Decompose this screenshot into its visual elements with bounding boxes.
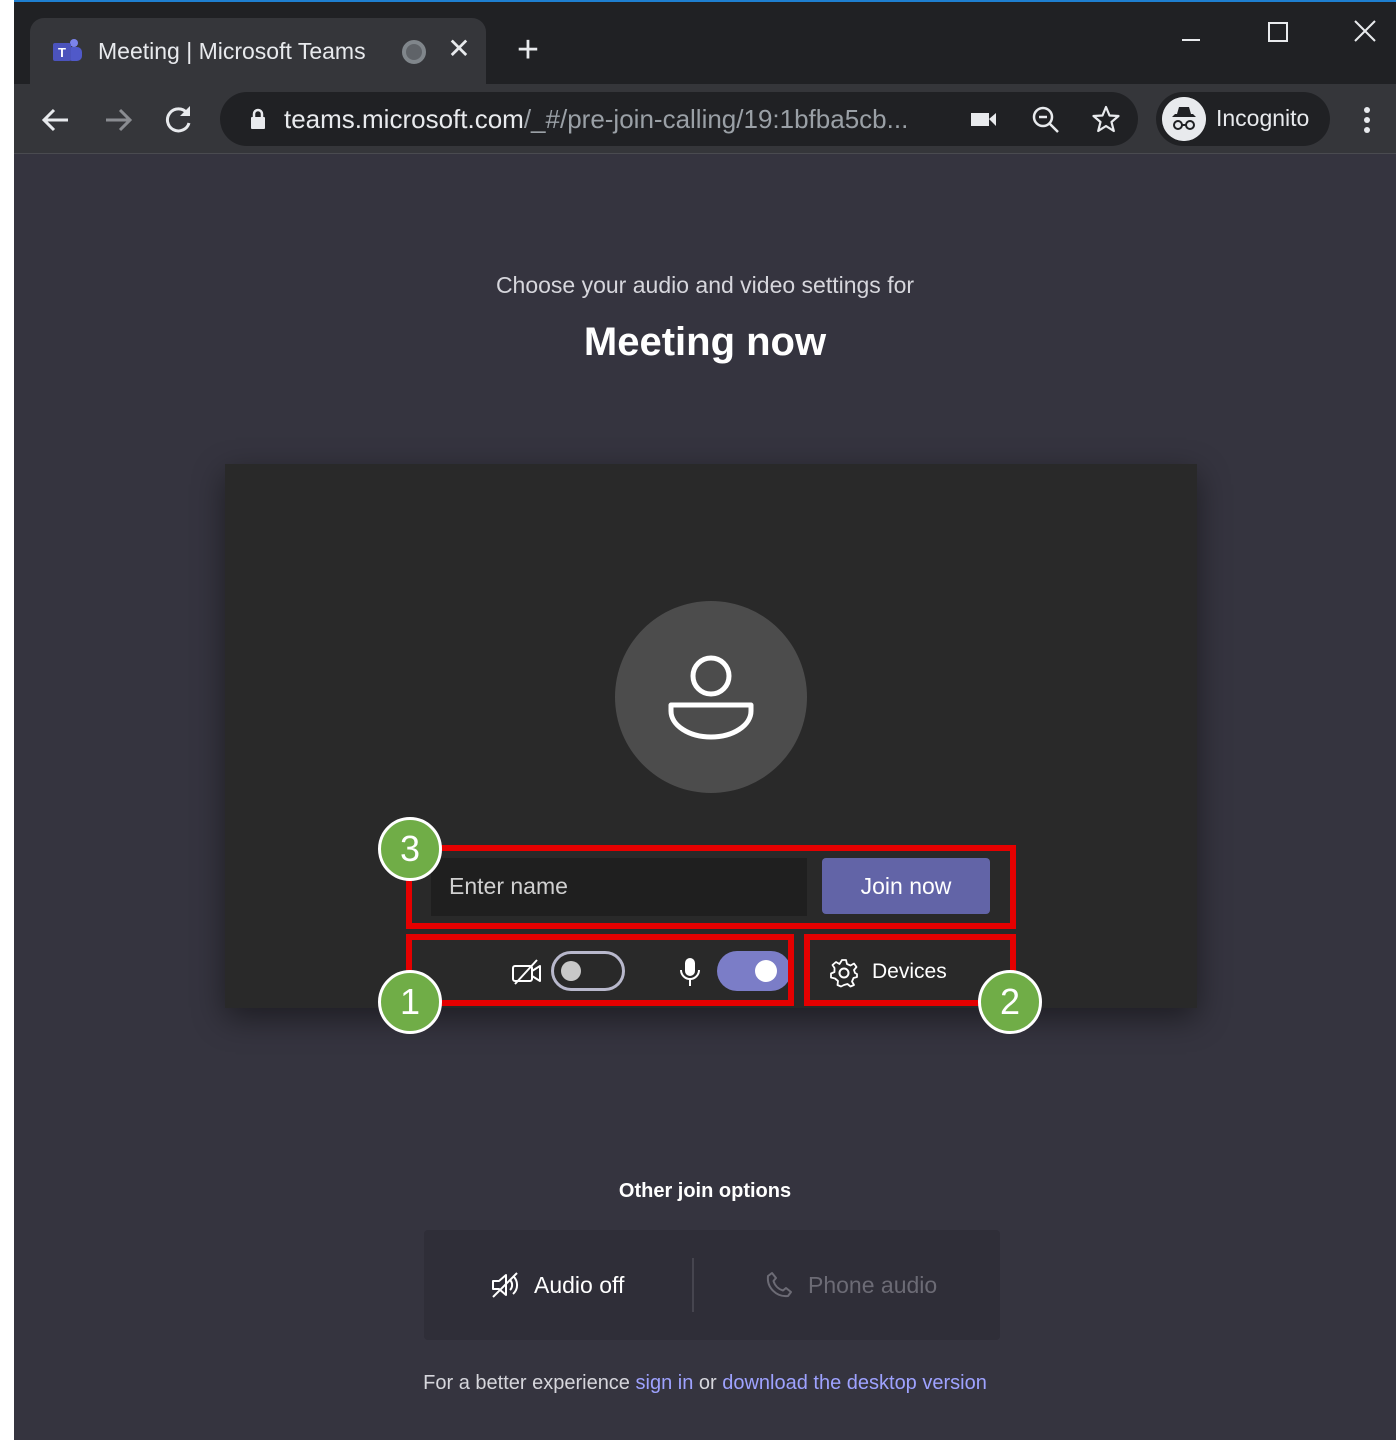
window-close-icon[interactable] bbox=[1340, 12, 1390, 52]
browser-toolbar: teams.microsoft.com/_#/pre-join-calling/… bbox=[14, 84, 1396, 154]
other-join-options: Audio off Phone audio bbox=[424, 1230, 1000, 1340]
other-join-options-heading: Other join options bbox=[618, 1180, 792, 1202]
speaker-off-icon bbox=[492, 1272, 519, 1298]
annotation-box-1 bbox=[406, 934, 794, 1006]
lock-icon bbox=[251, 108, 265, 129]
address-bar[interactable]: teams.microsoft.com/_#/pre-join-calling/… bbox=[220, 92, 1138, 146]
person-icon bbox=[668, 655, 754, 740]
url-host: teams.microsoft.com bbox=[284, 104, 524, 134]
avatar bbox=[615, 601, 807, 793]
reload-icon[interactable] bbox=[156, 98, 200, 142]
incognito-icon bbox=[1162, 97, 1206, 141]
back-arrow-icon[interactable] bbox=[34, 98, 78, 142]
svg-text:T: T bbox=[58, 45, 66, 60]
footer-middle: or bbox=[693, 1372, 723, 1394]
zoom-icon[interactable] bbox=[1030, 104, 1062, 134]
recording-indicator-icon bbox=[402, 40, 426, 64]
incognito-label: Incognito bbox=[1216, 105, 1310, 131]
options-divider bbox=[692, 1258, 694, 1312]
annotation-badge-2: 2 bbox=[978, 970, 1042, 1034]
bookmark-star-icon[interactable] bbox=[1090, 104, 1122, 134]
tab-title: Meeting | Microsoft Teams bbox=[98, 38, 366, 64]
new-tab-button[interactable]: + bbox=[508, 30, 548, 70]
footer-text: For a better experience sign in or downl… bbox=[14, 1372, 1396, 1395]
browser-tab[interactable]: T Meeting | Microsoft Teams ✕ bbox=[30, 18, 486, 84]
camera-indicator-icon[interactable] bbox=[968, 104, 1000, 134]
phone-audio-button[interactable]: Phone audio bbox=[764, 1230, 937, 1340]
audio-off-button[interactable]: Audio off bbox=[490, 1230, 624, 1340]
annotation-badge-1: 1 bbox=[378, 970, 442, 1034]
phone-icon bbox=[766, 1272, 792, 1298]
page-title: Meeting now bbox=[583, 320, 827, 364]
footer-prefix: For a better experience bbox=[423, 1372, 636, 1394]
tab-close-icon[interactable]: ✕ bbox=[442, 32, 476, 66]
maximize-icon[interactable] bbox=[1252, 12, 1302, 52]
browser-menu-icon[interactable] bbox=[1352, 98, 1382, 142]
tab-strip: T Meeting | Microsoft Teams ✕ + bbox=[14, 2, 1396, 84]
url-path: /_#/pre-join-calling/19:1bfba5cb... bbox=[523, 104, 909, 134]
forward-arrow-icon[interactable] bbox=[96, 98, 140, 142]
annotation-box-3 bbox=[406, 845, 1016, 929]
page-subtitle: Choose your audio and video settings for bbox=[495, 272, 915, 298]
download-desktop-link[interactable]: download the desktop version bbox=[722, 1372, 987, 1394]
browser-window: T Meeting | Microsoft Teams ✕ + teams.mi… bbox=[14, 0, 1396, 1440]
teams-logo-icon: T bbox=[53, 39, 82, 61]
audio-off-label: Audio off bbox=[534, 1271, 625, 1298]
url-text: teams.microsoft.com/_#/pre-join-calling/… bbox=[284, 104, 908, 135]
incognito-profile-button[interactable]: Incognito bbox=[1156, 92, 1330, 146]
phone-audio-label: Phone audio bbox=[808, 1271, 938, 1298]
sign-in-link[interactable]: sign in bbox=[636, 1372, 694, 1394]
annotation-badge-3: 3 bbox=[378, 817, 442, 881]
minimize-icon[interactable] bbox=[1166, 12, 1216, 52]
